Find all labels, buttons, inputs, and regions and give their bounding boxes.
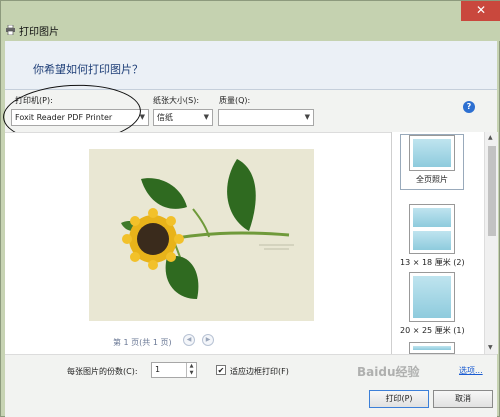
copies-stepper[interactable]: 1 ▲ ▼ — [151, 362, 197, 378]
window-title: 打印图片 — [19, 27, 59, 38]
chevron-down-icon: ▼ — [304, 113, 310, 121]
scroll-up-icon[interactable]: ▲ — [488, 134, 493, 141]
layout-thumbnail — [409, 135, 455, 171]
next-page-button[interactable]: ▶ — [202, 334, 214, 346]
quality-select[interactable]: ▼ — [218, 109, 314, 126]
header-banner: 你希望如何打印图片？ — [5, 41, 497, 90]
fit-to-frame-label: 适应边框打印(F) — [230, 367, 289, 376]
layout-thumbnail — [409, 204, 455, 254]
print-button[interactable]: 打印(P) — [369, 390, 429, 408]
quality-label: 质量(Q): — [219, 96, 251, 105]
layout-item-full-page[interactable]: 全页照片 — [400, 134, 464, 190]
layout-item-more[interactable] — [400, 342, 464, 354]
layout-label: 20 × 25 厘米 (1) — [400, 326, 465, 335]
increment-icon[interactable]: ▲ — [186, 363, 196, 370]
fit-to-frame-checkbox[interactable]: ✔ — [216, 365, 226, 375]
options-link[interactable]: 选项... — [459, 365, 483, 376]
layout-item-13x18[interactable]: 13 × 18 厘米 (2) — [400, 204, 465, 268]
cancel-button[interactable]: 取消 — [433, 390, 493, 408]
layout-thumbnail — [409, 272, 455, 322]
layout-scrollbar[interactable]: ▲ ▼ — [484, 132, 498, 354]
paper-size-select[interactable]: 信纸 ▼ — [153, 109, 213, 126]
layout-list: 全页照片 13 × 18 厘米 (2) 20 × 25 厘米 (1) ▲ ▼ — [391, 132, 498, 354]
scroll-down-icon[interactable]: ▼ — [488, 344, 493, 351]
decrement-icon[interactable]: ▼ — [186, 370, 196, 377]
paper-size-label: 纸张大小(S): — [153, 96, 200, 105]
layout-label: 全页照片 — [416, 175, 448, 184]
page-title: 你希望如何打印图片？ — [33, 63, 143, 76]
chevron-down-icon: ▼ — [203, 113, 209, 121]
previous-page-button[interactable]: ◀ — [183, 334, 195, 346]
print-preview-area: 第 1 页(共 1 页) ◀ ▶ — [5, 132, 391, 354]
copies-value: 1 — [155, 365, 161, 374]
copies-label: 每张图片的份数(C): — [67, 367, 138, 376]
footer-bar: 每张图片的份数(C): 1 ▲ ▼ ✔ 适应边框打印(F) 选项... 打印(P… — [5, 354, 497, 417]
paper-size-value: 信纸 — [157, 113, 173, 122]
layout-label: 13 × 18 厘米 (2) — [400, 258, 465, 267]
printer-icon — [6, 25, 15, 35]
layout-thumbnail — [409, 342, 455, 354]
sunflower-illustration — [89, 149, 314, 321]
layout-item-20x25[interactable]: 20 × 25 厘米 (1) — [400, 272, 465, 336]
help-icon[interactable]: ? — [463, 101, 475, 113]
page-indicator: 第 1 页(共 1 页) — [113, 338, 172, 347]
watermark: Baidu经验 — [357, 365, 420, 379]
close-button[interactable]: ✕ — [461, 1, 500, 21]
scrollbar-thumb[interactable] — [488, 146, 496, 236]
print-pictures-dialog: 打印图片 ✕ 你希望如何打印图片？ 打印机(P): Foxit Reader P… — [0, 0, 500, 417]
preview-image — [89, 149, 314, 321]
title-bar: 打印图片 ✕ — [1, 1, 500, 41]
